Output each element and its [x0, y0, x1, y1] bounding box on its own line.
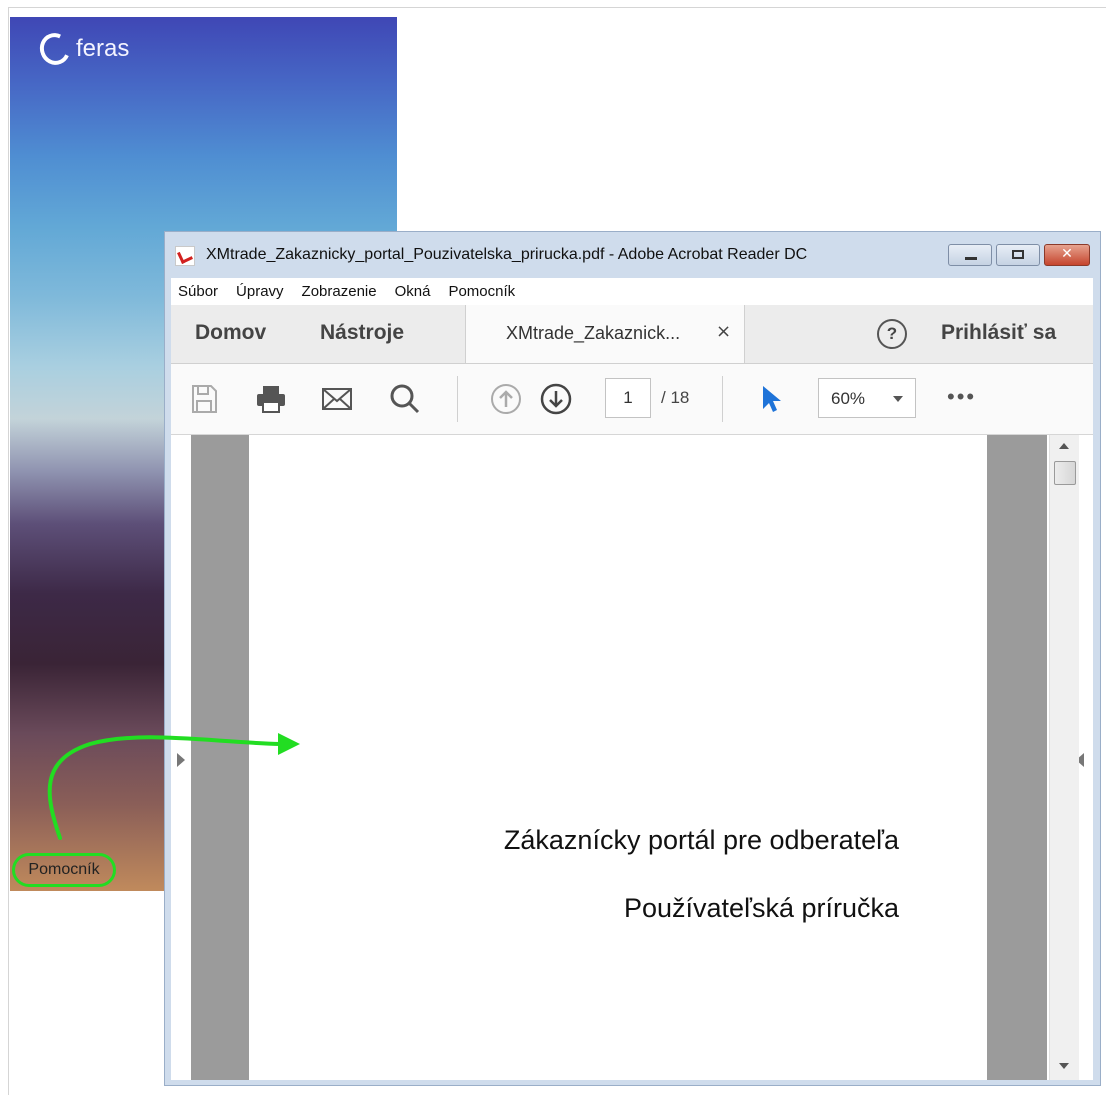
help-link[interactable]: Pomocník: [12, 853, 116, 887]
menu-file[interactable]: Súbor: [171, 283, 229, 300]
vertical-scrollbar[interactable]: [1049, 435, 1079, 1080]
page-up-icon[interactable]: [489, 382, 523, 416]
window-controls: [948, 244, 1090, 266]
print-icon[interactable]: [254, 382, 288, 416]
tab-bar: Domov Nástroje XMtrade_Zakaznick... × ? …: [171, 305, 1093, 364]
menu-bar: Súbor Úpravy Zobrazenie Okná Pomocník: [171, 278, 1093, 305]
window-title: XMtrade_Zakaznicky_portal_Pouzivatelska_…: [206, 246, 808, 263]
tab-document-label: XMtrade_Zakaznick...: [506, 323, 681, 343]
toolbar-separator: [722, 376, 723, 422]
tab-home[interactable]: Domov: [195, 321, 266, 345]
help-icon[interactable]: ?: [877, 319, 907, 349]
zoom-value: 60%: [831, 389, 866, 408]
brand-logo: feras: [35, 28, 130, 70]
menu-window[interactable]: Okná: [388, 283, 442, 300]
brand-name: feras: [76, 35, 130, 62]
page-number-input[interactable]: 1: [605, 378, 651, 418]
more-icon[interactable]: •••: [947, 384, 976, 410]
toolbar: 1 / 18 60% •••: [171, 364, 1093, 435]
minimize-button[interactable]: [948, 244, 992, 266]
toolbar-separator: [457, 376, 458, 422]
chevron-down-icon: [893, 396, 903, 402]
pdf-icon: [175, 246, 195, 266]
select-cursor-icon[interactable]: [753, 382, 787, 416]
page-count: / 18: [661, 388, 690, 407]
scroll-up-icon[interactable]: [1059, 443, 1069, 449]
menu-edit[interactable]: Úpravy: [229, 283, 295, 300]
pdf-page: Zákaznícky portál pre odberateľa Používa…: [249, 435, 987, 1080]
zoom-select[interactable]: 60%: [818, 378, 916, 418]
expand-left-panel-icon[interactable]: [177, 753, 185, 767]
page-gutter-left: [191, 435, 249, 1080]
title-bar: XMtrade_Zakaznicky_portal_Pouzivatelska_…: [165, 232, 1100, 278]
close-window-button[interactable]: [1044, 244, 1090, 266]
tab-document[interactable]: XMtrade_Zakaznick... ×: [465, 305, 745, 363]
maximize-button[interactable]: [996, 244, 1040, 266]
close-tab-icon[interactable]: ×: [716, 321, 731, 342]
document-subtitle: Používateľská príručka: [624, 893, 899, 923]
mail-icon[interactable]: [320, 382, 354, 416]
screenshot-border-top: [8, 7, 1106, 8]
brand-logo-icon: [35, 28, 75, 70]
acrobat-window: XMtrade_Zakaznicky_portal_Pouzivatelska_…: [164, 231, 1101, 1086]
tab-tools[interactable]: Nástroje: [320, 321, 404, 345]
help-link-label: Pomocník: [28, 861, 100, 878]
scrollbar-thumb[interactable]: [1054, 461, 1076, 485]
menu-view[interactable]: Zobrazenie: [295, 283, 388, 300]
sign-in-button[interactable]: Prihlásiť sa: [941, 321, 1056, 345]
save-icon[interactable]: [187, 382, 221, 416]
page-down-icon[interactable]: [539, 382, 573, 416]
document-viewport[interactable]: Zákaznícky portál pre odberateľa Používa…: [171, 435, 1093, 1080]
scroll-down-icon[interactable]: [1059, 1063, 1069, 1069]
search-icon[interactable]: [388, 382, 422, 416]
page-gutter-right: [987, 435, 1047, 1080]
menu-help[interactable]: Pomocník: [441, 283, 526, 300]
document-title: Zákaznícky portál pre odberateľa: [503, 825, 899, 855]
screenshot-border-left: [8, 7, 9, 1095]
